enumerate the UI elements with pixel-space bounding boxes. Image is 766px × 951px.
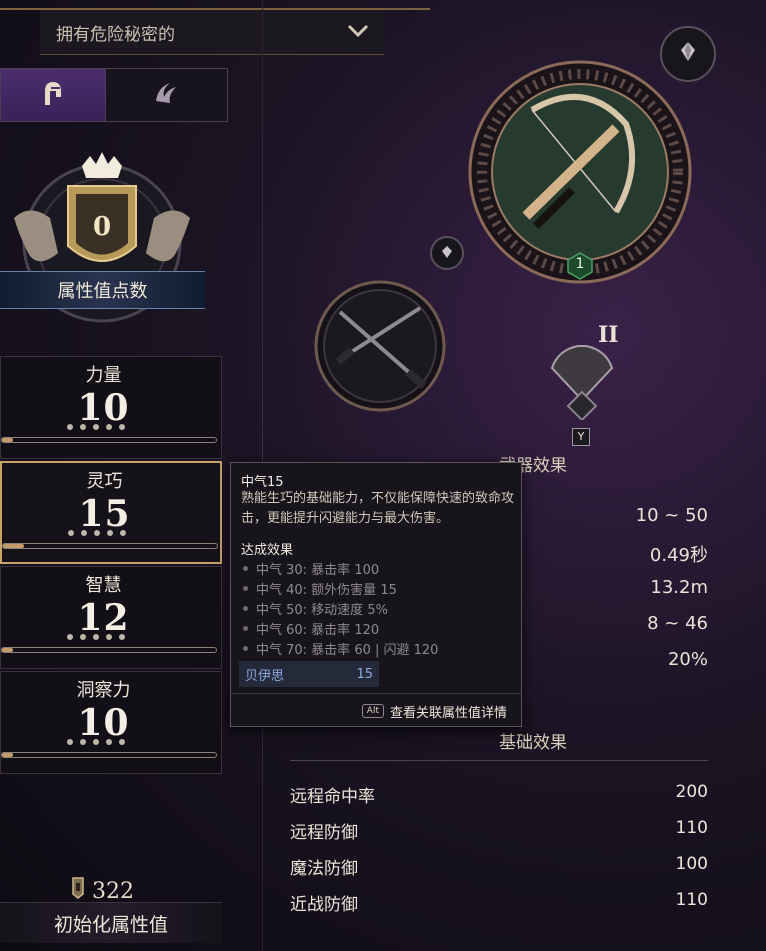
stat-progress-fill: [3, 544, 25, 548]
weapon-effect-value: 20%: [667, 649, 708, 670]
stat-progress-bar: [1, 647, 217, 653]
stat-dexterity[interactable]: 灵巧 15: [0, 461, 222, 564]
attribute-points-label: 属性值点数: [0, 271, 205, 309]
stat-strength[interactable]: 力量 10: [0, 356, 222, 459]
weapon-effect-value: 8 ~ 46: [647, 613, 708, 634]
stat-name: 智慧: [85, 575, 122, 596]
alt-key-hint: Alt: [361, 704, 384, 718]
base-effect-value: 100: [675, 854, 708, 874]
class-toggle: [0, 68, 228, 122]
stat-progress-fill: [2, 438, 13, 442]
title-dropdown[interactable]: 拥有危险秘密的: [40, 10, 384, 55]
reset-attributes-button[interactable]: 初始化属性值: [0, 902, 222, 943]
stat-dots: [67, 424, 125, 430]
base-effect-value: 110: [675, 818, 708, 838]
stat-dots: [67, 739, 125, 745]
stat-name: 力量: [85, 365, 122, 386]
tooltip-effects-header: 达成效果: [241, 543, 294, 558]
section-divider: [290, 760, 708, 761]
tooltip-effect-item: 中气 50: 移动速度 5%: [243, 599, 388, 618]
attribute-points-value: 0: [92, 212, 112, 242]
stat-name: 洞察力: [76, 680, 131, 701]
base-effect-row: 魔法防御 100: [290, 854, 708, 879]
stat-name: 灵巧: [86, 471, 123, 492]
base-effect-label: 魔法防御: [290, 859, 358, 879]
chevron-down-icon: [346, 22, 370, 43]
rank-key-hint: Y: [572, 428, 590, 446]
stat-progress-bar: [1, 437, 217, 443]
knight-helmet-icon: [40, 79, 66, 111]
stat-progress-fill: [2, 753, 13, 757]
tab-knight[interactable]: [1, 69, 105, 121]
stat-tooltip: 中气15 熟能生巧的基础能力，不仅能保障快速的致命攻击，更能提升闪避能力与最大伤…: [230, 462, 522, 727]
stat-value: 12: [77, 597, 130, 639]
base-effect-row: 近战防御 110: [290, 890, 708, 915]
reset-count-value: 322: [92, 878, 134, 904]
tooltip-description: 熟能生巧的基础能力，不仅能保障快速的致命攻击，更能提升闪避能力与最大伤害。: [241, 491, 515, 526]
stat-dots: [67, 634, 125, 640]
base-effect-label: 远程防御: [290, 823, 358, 843]
tooltip-effect-item: 中气 30: 暴击率 100: [243, 559, 379, 578]
character-name: 贝伊思: [245, 668, 285, 684]
base-effect-row: 远程命中率 200: [290, 782, 708, 807]
stat-progress-bar: [1, 752, 217, 758]
weapon-effect-value: 10 ~ 50: [635, 505, 708, 526]
weapon-level-badge: 1: [566, 252, 594, 280]
weapon-level-value: 1: [575, 256, 585, 272]
character-value: 15: [356, 666, 373, 682]
offhand-swap-button[interactable]: [430, 236, 464, 270]
tab-beast[interactable]: [105, 69, 227, 121]
dropdown-value: 拥有危险秘密的: [56, 24, 175, 45]
stat-value: 15: [78, 493, 131, 535]
view-details-link[interactable]: 查看关联属性值详情: [390, 702, 507, 721]
tooltip-footer: Alt 查看关联属性值详情: [231, 693, 521, 728]
stat-dots: [68, 530, 126, 536]
base-effect-value: 110: [675, 890, 708, 910]
tooltip-effect-item: 中气 70: 暴击率 60 | 闪避 120: [243, 639, 438, 658]
top-ornament: [0, 0, 430, 10]
base-effects-title: 基础效果: [499, 733, 567, 753]
stat-wisdom[interactable]: 智慧 12: [0, 566, 222, 669]
offhand-weapon-slot[interactable]: [312, 278, 448, 414]
tooltip-title: 中气15: [241, 475, 284, 490]
weapon-effect-value: 0.49秒: [649, 545, 708, 566]
stat-value: 10: [77, 387, 130, 429]
tooltip-effect-item: 中气 40: 额外伤害量 15: [243, 579, 397, 598]
base-effect-label: 近战防御: [290, 895, 358, 915]
stat-insight[interactable]: 洞察力 10: [0, 671, 222, 774]
tooltip-effect-item: 中气 60: 暴击率 120: [243, 619, 379, 638]
rank-numeral: II: [598, 322, 619, 348]
gem-icon: [441, 244, 453, 263]
base-effect-label: 远程命中率: [290, 787, 375, 807]
tooltip-character-row: 贝伊思 15: [239, 661, 379, 687]
base-effect-value: 200: [675, 782, 708, 802]
weapon-rank[interactable]: II Y: [548, 322, 620, 446]
stat-progress-fill: [2, 648, 13, 652]
weapon-effect-value: 13.2m: [650, 577, 708, 598]
claw-swirl-icon: [152, 79, 182, 111]
base-effect-row: 远程防御 110: [290, 818, 708, 843]
stat-progress-bar: [2, 543, 218, 549]
stat-value: 10: [77, 702, 130, 744]
